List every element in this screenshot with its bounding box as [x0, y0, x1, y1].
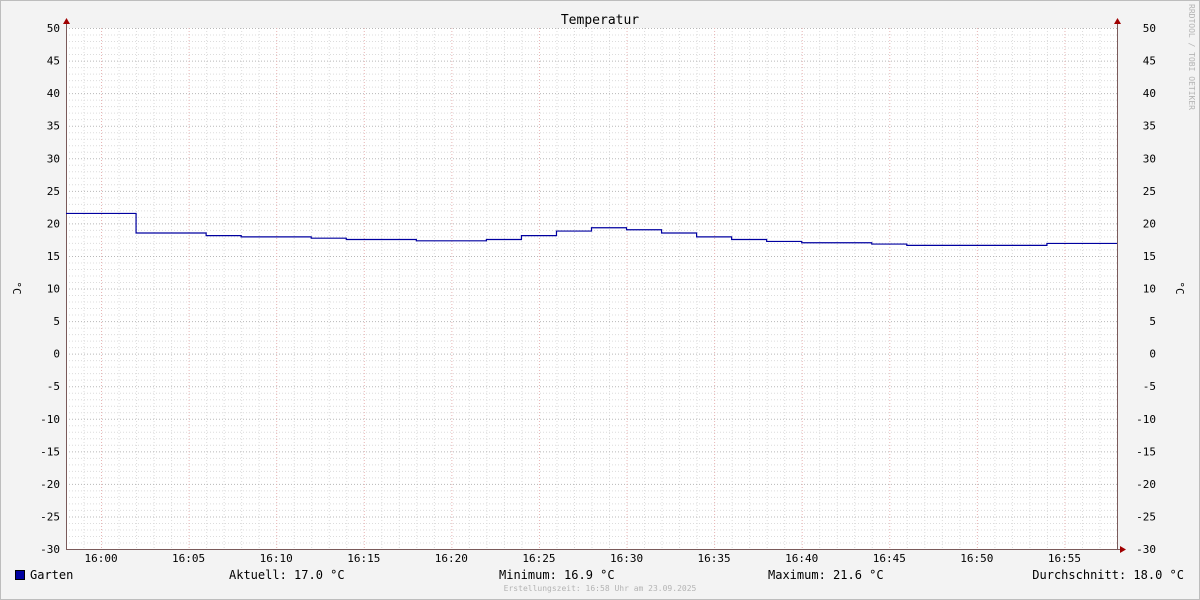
chart-title: Temperatur — [561, 13, 639, 28]
legend-swatch — [15, 570, 25, 580]
y-tick-label-right: 15 — [1143, 250, 1156, 263]
y-tick-label-left: -25 — [40, 510, 60, 523]
y-tick-label-left: 30 — [47, 152, 60, 165]
y-axis-right-arrow — [1114, 18, 1121, 24]
x-tick-label: 16:35 — [698, 552, 731, 565]
x-tick-label: 16:50 — [960, 552, 993, 565]
y-axis-right-ticks: 50454035302520151050-5-10-15-20-25-30 — [1136, 22, 1156, 556]
x-tick-label: 16:55 — [1048, 552, 1081, 565]
y-axis-left-ticks: 50454035302520151050-5-10-15-20-25-30 — [40, 22, 60, 556]
y-axis-left-arrow — [63, 18, 70, 24]
y-tick-label-left: -5 — [47, 380, 60, 393]
x-tick-label: 16:25 — [522, 552, 555, 565]
y-tick-label-left: 5 — [53, 315, 60, 328]
x-tick-label: 16:45 — [873, 552, 906, 565]
y-tick-label-right: 20 — [1143, 217, 1156, 230]
stat-current: Aktuell: 17.0 °C — [229, 568, 345, 582]
y-tick-label-left: 45 — [47, 55, 60, 68]
y-tick-label-right: 25 — [1143, 185, 1156, 198]
creation-time-footer: Erstellungszeit: 16:58 Uhr am 23.09.2025 — [503, 584, 697, 593]
watermark: RRDTOOL / TOBI OETIKER — [1187, 4, 1196, 110]
x-tick-label: 16:15 — [347, 552, 380, 565]
stat-maximum: Maximum: 21.6 °C — [768, 568, 884, 582]
y-tick-label-left: -10 — [40, 413, 60, 426]
y-tick-label-left: 40 — [47, 87, 60, 100]
y-tick-label-left: 50 — [47, 22, 60, 35]
y-tick-label-right: 40 — [1143, 87, 1156, 100]
y-tick-label-left: 20 — [47, 217, 60, 230]
y-tick-label-left: -15 — [40, 445, 60, 458]
stat-minimum: Minimum: 16.9 °C — [499, 568, 615, 582]
y-tick-label-left: 25 — [47, 185, 60, 198]
x-tick-label: 16:05 — [172, 552, 205, 565]
x-axis-ticks: 16:00 16:05 16:10 16:15 16:20 16:25 16:30 16:35… — [84, 552, 1081, 565]
y-tick-label-right: 45 — [1143, 55, 1156, 68]
y-tick-label-left: 35 — [47, 120, 60, 133]
y-tick-label-right: 0 — [1149, 348, 1156, 361]
y-tick-label-right: 5 — [1149, 315, 1156, 328]
y-tick-label-right: -15 — [1136, 445, 1156, 458]
x-tick-label: 16:00 — [84, 552, 117, 565]
x-tick-label: 16:40 — [785, 552, 818, 565]
y-axis-label-left: °C — [10, 281, 23, 294]
x-tick-label: 16:10 — [260, 552, 293, 565]
x-tick-label: 16:20 — [435, 552, 468, 565]
temperature-chart: 50454035302520151050-5-10-15-20-25-30 50… — [10, 13, 1186, 565]
y-tick-label-right: -20 — [1136, 478, 1156, 491]
y-tick-label-left: 0 — [53, 348, 60, 361]
y-tick-label-right: -5 — [1143, 380, 1156, 393]
y-tick-label-right: 30 — [1143, 152, 1156, 165]
x-tick-label: 16:30 — [610, 552, 643, 565]
y-tick-label-right: -30 — [1136, 543, 1156, 556]
y-tick-label-left: -30 — [40, 543, 60, 556]
y-tick-label-right: 50 — [1143, 22, 1156, 35]
x-axis-arrow — [1120, 546, 1126, 553]
y-tick-label-right: -10 — [1136, 413, 1156, 426]
y-tick-label-right: -25 — [1136, 510, 1156, 523]
legend-row: Garten Aktuell: 17.0 °C Minimum: 16.9 °C… — [0, 566, 1200, 586]
y-tick-label-left: 10 — [47, 283, 60, 296]
y-tick-label-left: 15 — [47, 250, 60, 263]
y-axis-label-right: °C — [1173, 281, 1186, 294]
y-tick-label-left: -20 — [40, 478, 60, 491]
y-tick-label-right: 35 — [1143, 120, 1156, 133]
legend-series-name: Garten — [30, 568, 74, 582]
stat-average: Durchschnitt: 18.0 °C — [1032, 568, 1184, 582]
y-tick-label-right: 10 — [1143, 283, 1156, 296]
